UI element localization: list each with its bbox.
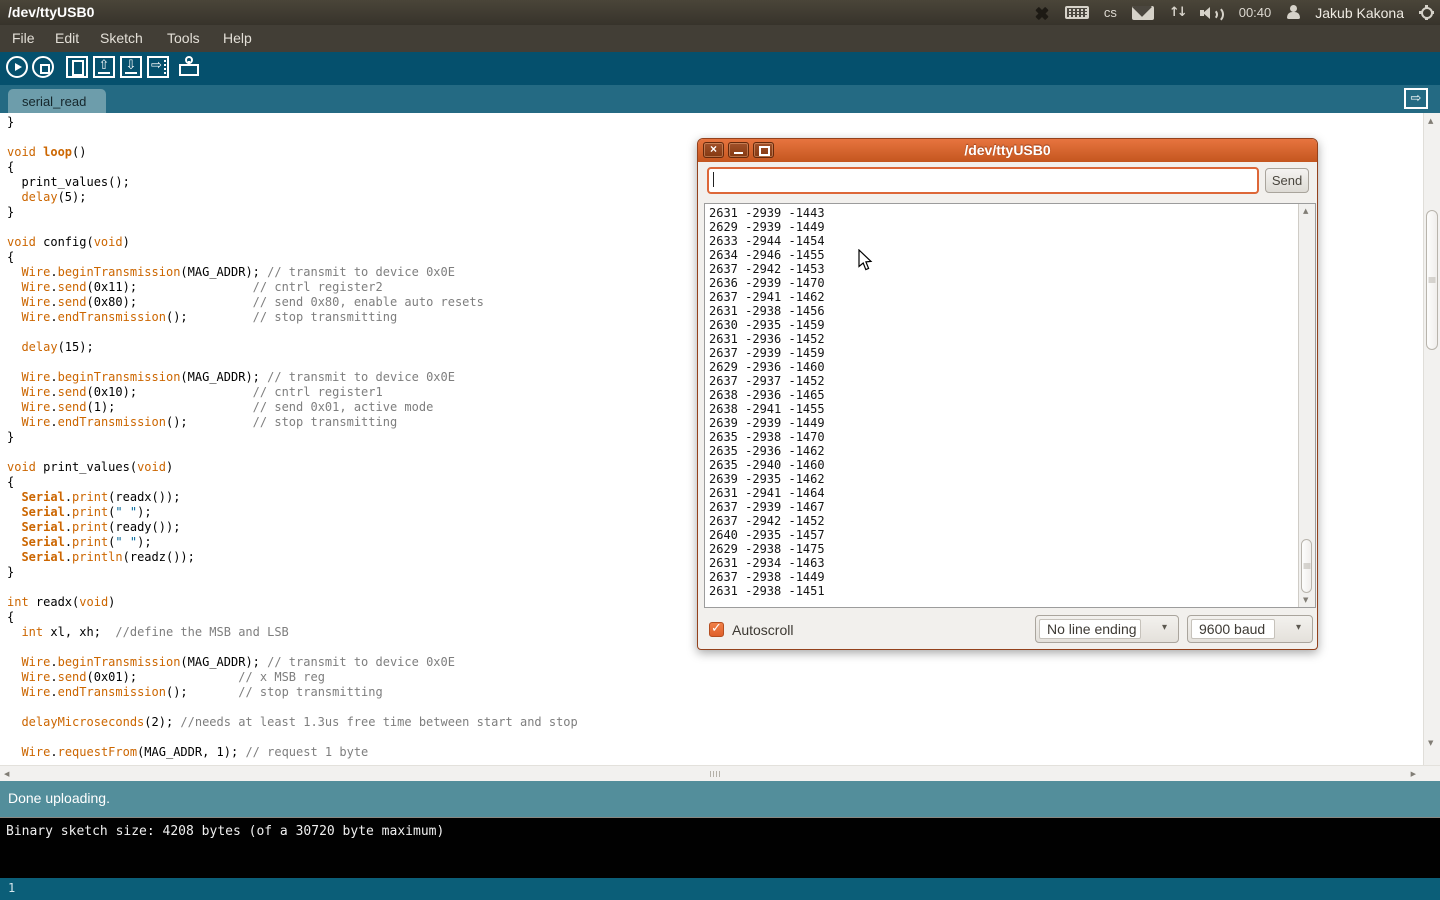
serial-scroll-up-icon[interactable]: ▲: [1303, 207, 1308, 215]
stop-button[interactable]: [32, 56, 54, 78]
chevron-down-icon: ▾: [1296, 622, 1301, 633]
editor-horizontal-scrollbar[interactable]: ◀ ▶: [0, 765, 1440, 781]
serial-input-field[interactable]: [707, 167, 1259, 194]
serial-output-text: 2631 -2939 -1443 2629 -2939 -1449 2633 -…: [709, 206, 825, 598]
line-number-bar: 1: [0, 878, 1440, 900]
chevron-down-icon: ▾: [1162, 622, 1167, 633]
menu-help[interactable]: Help: [223, 30, 252, 46]
console[interactable]: Binary sketch size: 4208 bytes (of a 307…: [0, 817, 1440, 878]
save-button[interactable]: ⇩: [120, 56, 142, 78]
keyboard-layout-label[interactable]: cs: [1104, 5, 1117, 20]
scroll-left-icon[interactable]: ◀: [4, 770, 9, 778]
menu-file[interactable]: File: [12, 30, 35, 46]
window-title: /dev/ttyUSB0: [8, 4, 94, 20]
status-message: Done uploading.: [8, 790, 110, 806]
serial-monitor-titlebar[interactable]: × /dev/ttyUSB0: [698, 139, 1317, 162]
scroll-up-icon[interactable]: ▲: [1428, 117, 1433, 125]
menu-sketch[interactable]: Sketch: [100, 30, 143, 46]
menu-tools[interactable]: Tools: [167, 30, 200, 46]
user-icon[interactable]: [1286, 5, 1300, 20]
baud-rate-value: 9600 baud: [1191, 619, 1275, 639]
checkmark-icon: ✓: [711, 621, 722, 636]
window-titlebar: /dev/ttyUSB0 cs ↑↓ 00:40 Jakub Kakona: [0, 0, 1440, 25]
editor-scrollbar-thumb[interactable]: [1426, 210, 1438, 350]
new-file-icon: [72, 60, 84, 76]
username-label[interactable]: Jakub Kakona: [1315, 5, 1404, 21]
send-button[interactable]: Send: [1265, 168, 1309, 193]
volume-icon[interactable]: [1200, 5, 1224, 21]
serial-output-area[interactable]: 2631 -2939 -1443 2629 -2939 -1449 2633 -…: [704, 203, 1316, 608]
scroll-down-icon[interactable]: ▼: [1428, 739, 1433, 747]
tab-serial-read[interactable]: serial_read: [8, 89, 106, 113]
play-icon: [15, 63, 22, 71]
new-sketch-button[interactable]: [66, 56, 88, 78]
line-ending-value: No line ending: [1039, 619, 1141, 639]
session-gear-icon[interactable]: [1419, 5, 1434, 20]
serial-monitor-title: /dev/ttyUSB0: [698, 142, 1317, 158]
scroll-right-icon[interactable]: ▶: [1411, 770, 1416, 778]
keyboard-layout-icon[interactable]: [1065, 6, 1089, 19]
editor-vertical-scrollbar[interactable]: ▲ ▼: [1423, 113, 1440, 765]
verify-button[interactable]: [6, 56, 28, 78]
code-text: } void loop(){ print_values(); delay(5);…: [7, 115, 578, 760]
screen: /dev/ttyUSB0 cs ↑↓ 00:40 Jakub Kakona Fi…: [0, 0, 1440, 900]
tab-strip: serial_read ⇨: [0, 85, 1440, 113]
tab-menu-arrow-icon: ⇨: [1406, 90, 1426, 107]
autoscroll-checkbox[interactable]: ✓: [709, 622, 724, 637]
mouse-cursor: [858, 249, 874, 273]
baud-rate-dropdown[interactable]: 9600 baud ▾: [1187, 615, 1313, 643]
menu-edit[interactable]: Edit: [55, 30, 79, 46]
clock[interactable]: 00:40: [1239, 5, 1272, 20]
autoscroll-label: Autoscroll: [732, 622, 793, 638]
console-output: Binary sketch size: 4208 bytes (of a 307…: [6, 824, 444, 839]
open-button[interactable]: ⇧: [93, 56, 115, 78]
system-tray: cs ↑↓ 00:40 Jakub Kakona: [1034, 0, 1434, 25]
upload-button[interactable]: ⇨: [147, 56, 169, 78]
serial-monitor-window: × /dev/ttyUSB0 Send 2631 -2939 -1443 262…: [697, 138, 1318, 650]
text-caret: [713, 172, 714, 187]
menubar: File Edit Sketch Tools Help: [0, 25, 1440, 52]
status-bar: Done uploading.: [0, 781, 1440, 817]
tab-label: serial_read: [8, 89, 106, 114]
mail-indicator-icon[interactable]: [1132, 6, 1154, 20]
indicator-app-icon[interactable]: [1034, 5, 1050, 21]
toolbar: [0, 52, 1440, 85]
hscroll-grip[interactable]: [710, 771, 721, 777]
tab-menu-button[interactable]: ⇨: [1404, 88, 1428, 109]
serial-scroll-down-icon[interactable]: ▼: [1303, 596, 1308, 604]
serial-scrollbar[interactable]: ▲ ▼: [1298, 204, 1315, 607]
stop-icon: [40, 64, 50, 74]
serial-monitor-button[interactable]: [178, 56, 200, 78]
upload-arrow-icon: ⇨: [149, 58, 164, 74]
line-ending-dropdown[interactable]: No line ending ▾: [1035, 615, 1179, 643]
line-number: 1: [8, 881, 15, 895]
serial-scrollbar-thumb[interactable]: [1301, 539, 1312, 593]
network-indicator-icon[interactable]: ↑↓: [1169, 5, 1185, 20]
